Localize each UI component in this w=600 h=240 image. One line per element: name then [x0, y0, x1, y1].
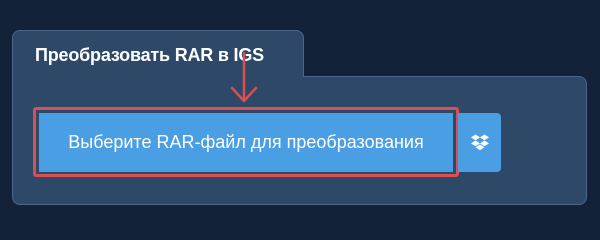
dropbox-button[interactable]: [458, 113, 501, 172]
choose-file-button[interactable]: Выберите RAR-файл для преобразования: [39, 113, 453, 172]
arrow-down-icon: [230, 52, 258, 103]
dropbox-icon: [470, 134, 489, 150]
